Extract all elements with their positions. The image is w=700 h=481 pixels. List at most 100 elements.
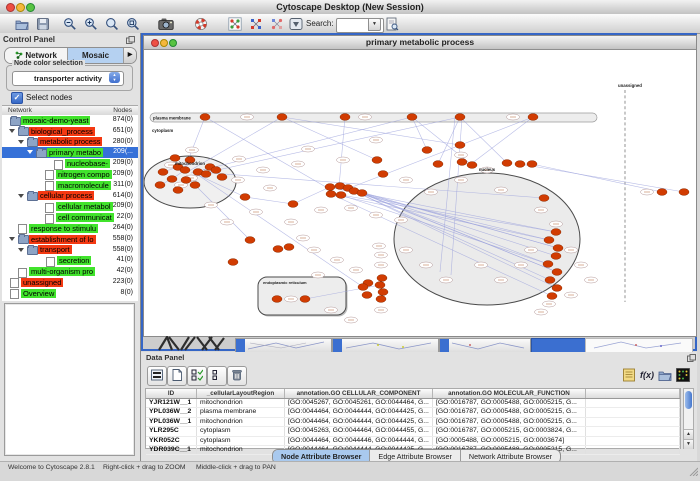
table-cell[interactable]: [GO:0016787, GO:0005488, GO:0005215, G..…: [433, 399, 586, 407]
column-header[interactable]: ID: [146, 389, 197, 398]
graph-node[interactable]: [528, 114, 538, 121]
graph-node[interactable]: [173, 187, 183, 194]
table-cell[interactable]: [GO:0044464, GO:0044444, GO:0044425, G..…: [285, 408, 433, 416]
network-window-titlebar[interactable]: primary metabolic process: [144, 36, 696, 50]
graph-node[interactable]: [502, 160, 512, 167]
select-nodes-checkbox[interactable]: ✓: [11, 92, 23, 104]
graph-node[interactable]: [679, 189, 689, 196]
table-cell[interactable]: YPL036W__2: [146, 408, 197, 416]
graph-node[interactable]: [158, 169, 168, 176]
table-cell[interactable]: YLR295C: [146, 427, 197, 435]
table-cell[interactable]: [GO:0044464, GO:0044446, GO:0044444, G..…: [285, 437, 433, 445]
graph-node[interactable]: [527, 161, 537, 168]
unselect-attributes-icon[interactable]: [207, 366, 227, 386]
table-cell[interactable]: [GO:0016787, GO:0005488, GO:0005215, G..…: [433, 418, 586, 426]
select-attributes-icon[interactable]: [187, 366, 207, 386]
notes-icon[interactable]: [622, 368, 637, 382]
zoom-window-icon[interactable]: [26, 3, 35, 12]
table-cell[interactable]: [GO:0045267, GO:0045261, GO:0044464, G..…: [285, 399, 433, 407]
graph-node[interactable]: [201, 171, 211, 178]
expand-arrow-icon[interactable]: [18, 140, 24, 144]
tree-item[interactable]: response to stimulu264(0): [2, 223, 138, 234]
tree-item[interactable]: biological_process651(0): [2, 126, 138, 137]
minimized-window-strip[interactable]: [332, 338, 439, 353]
expand-arrow-icon[interactable]: [18, 248, 24, 252]
column-header[interactable]: _cellularLayoutRegion: [197, 389, 285, 398]
graph-node[interactable]: [422, 147, 432, 154]
minimized-window-strip[interactable]: [439, 338, 531, 353]
graph-node[interactable]: [277, 114, 287, 121]
table-row[interactable]: YLR295Ccytoplasm[GO:0045263, GO:0044464,…: [146, 427, 680, 436]
minimized-window-strip[interactable]: [585, 338, 693, 353]
scroll-down-icon[interactable]: ▼: [684, 439, 693, 449]
tree-item[interactable]: cell communicat22(0): [2, 212, 138, 223]
float-panel-icon[interactable]: [126, 36, 135, 44]
graph-node[interactable]: [245, 237, 255, 244]
tree-item[interactable]: secretion41(0): [2, 255, 138, 266]
birdseye-view[interactable]: [4, 303, 135, 456]
graph-node[interactable]: [155, 182, 165, 189]
column-header[interactable]: annotation.GO CELLULAR_COMPONENT: [285, 389, 433, 398]
graph-node[interactable]: [200, 114, 210, 121]
table-cell[interactable]: [GO:0005488, GO:0005215, GO:0003674]: [433, 437, 586, 445]
graph-node[interactable]: [544, 237, 554, 244]
combo-stepper-icon[interactable]: ▲▼: [109, 72, 120, 83]
close-window-icon[interactable]: [6, 3, 15, 12]
graph-edge[interactable]: [195, 117, 460, 175]
graph-node[interactable]: [180, 167, 190, 174]
camera-icon[interactable]: [157, 17, 175, 31]
graph-node[interactable]: [358, 284, 368, 291]
tree-item[interactable]: establishment of lo558(0): [2, 234, 138, 245]
table-row[interactable]: YPL036W__2plasma membrane[GO:0044464, GO…: [146, 408, 680, 417]
graph-node[interactable]: [467, 162, 477, 169]
scroll-up-icon[interactable]: ▲: [684, 429, 693, 439]
tree-item[interactable]: metabolic process280(0): [2, 137, 138, 148]
vizmapper-icon[interactable]: [289, 17, 303, 31]
scrollbar-thumb[interactable]: [685, 391, 692, 409]
graph-node[interactable]: [217, 174, 227, 181]
graph-node[interactable]: [228, 259, 238, 266]
float-panel-icon[interactable]: [687, 354, 696, 362]
graph-edge[interactable]: [293, 187, 330, 204]
graph-node[interactable]: [300, 296, 310, 303]
graph-node[interactable]: [539, 195, 549, 202]
tree-item[interactable]: primary metabo209(...: [2, 147, 138, 158]
new-attribute-icon[interactable]: [167, 366, 187, 386]
matrix-icon[interactable]: [676, 368, 691, 382]
graph-node[interactable]: [455, 114, 465, 121]
tree-item[interactable]: unassigned223(0): [2, 277, 138, 288]
table-cell[interactable]: YPL036W__1: [146, 418, 197, 426]
network-canvas[interactable]: plasma membrane cytoplasm mitochondrion …: [144, 50, 694, 335]
table-cell[interactable]: YKR052C: [146, 437, 197, 445]
graph-node[interactable]: [211, 167, 221, 174]
graph-node[interactable]: [357, 190, 367, 197]
table-cell[interactable]: [GO:0045263, GO:0044464, GO:0044455, G..…: [285, 427, 433, 435]
table-cell[interactable]: YDR039C__1: [146, 446, 197, 454]
graph-node[interactable]: [273, 246, 283, 253]
graph-edge[interactable]: [471, 117, 533, 164]
graph-node[interactable]: [378, 171, 388, 178]
table-cell[interactable]: [GO:0016787, GO:0005215, GO:0003824, G..…: [433, 427, 586, 435]
net-zoom-icon[interactable]: [169, 39, 177, 47]
graph-node[interactable]: [375, 282, 385, 289]
tree-item[interactable]: macromolecule311(0): [2, 180, 138, 191]
graph-node[interactable]: [326, 191, 336, 198]
search-dropdown-icon[interactable]: ▼: [368, 18, 381, 31]
expand-arrow-icon[interactable]: [27, 150, 33, 154]
tree-item[interactable]: multi-organism pro42(0): [2, 266, 138, 277]
table-row[interactable]: YJR121W__1mitochondrion[GO:0045267, GO:0…: [146, 399, 680, 408]
zoom-in-icon[interactable]: [84, 17, 98, 31]
graph-node[interactable]: [547, 293, 557, 300]
graph-node[interactable]: [284, 244, 294, 251]
minimized-window-strip[interactable]: [235, 338, 332, 353]
table-cell[interactable]: mitochondrion: [197, 399, 285, 407]
graph-node[interactable]: [551, 253, 561, 260]
open-icon[interactable]: [15, 17, 29, 31]
table-scrollbar[interactable]: ▲ ▼: [683, 388, 694, 449]
resize-grip-icon[interactable]: [688, 463, 698, 481]
graph-node[interactable]: [362, 292, 372, 299]
tree-item[interactable]: cellular process614(0): [2, 191, 138, 202]
graph-pink-icon[interactable]: [270, 17, 284, 31]
graph-node[interactable]: [455, 142, 465, 149]
graph-node[interactable]: [377, 275, 387, 282]
